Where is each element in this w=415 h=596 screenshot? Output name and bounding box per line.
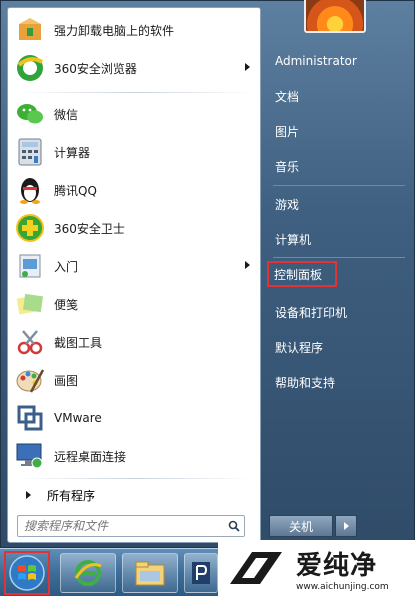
- app-icon: [192, 562, 210, 584]
- search-input[interactable]: [18, 517, 224, 535]
- right-separator: [273, 185, 405, 186]
- search-box[interactable]: [17, 515, 245, 537]
- watermark-brand: 爱纯净: [296, 550, 378, 581]
- windows-orb-icon: [9, 555, 45, 591]
- program-label: 腾讯QQ: [54, 183, 97, 198]
- all-programs-label: 所有程序: [47, 488, 96, 503]
- ie-browser-icon: [74, 560, 102, 586]
- program-item-wechat[interactable]: 微信: [12, 96, 258, 132]
- watermark-url: www.aichunjing.com: [296, 581, 389, 592]
- program-label: 截图工具: [54, 335, 103, 350]
- right-item-pictures[interactable]: 图片: [269, 118, 409, 144]
- program-item-calculator[interactable]: 计算器: [12, 134, 258, 170]
- programs-pane: 强力卸载电脑上的软件 360安全浏览器 微信 计算器 腾讯QQ 360安全卫士 …: [7, 7, 261, 543]
- arrow-right-icon: [343, 522, 349, 530]
- program-item-sticky-notes[interactable]: 便笺: [12, 286, 258, 322]
- program-item-360-safeguard[interactable]: 360安全卫士: [12, 210, 258, 246]
- right-item-administrator[interactable]: Administrator: [269, 48, 409, 74]
- watermark: 爱纯净 www.aichunjing.com: [218, 540, 415, 596]
- all-programs-button[interactable]: 所有程序: [12, 482, 258, 508]
- taskbar-ie-button[interactable]: [60, 553, 116, 593]
- sticky-notes-icon: [14, 288, 46, 320]
- remote-desktop-icon: [14, 440, 46, 472]
- program-label: 360安全卫士: [54, 221, 125, 236]
- program-item-qq[interactable]: 腾讯QQ: [12, 172, 258, 208]
- program-item-snipping-tool[interactable]: 截图工具: [12, 324, 258, 360]
- aichunjing-logo-icon: [230, 552, 282, 584]
- right-item-help-support[interactable]: 帮助和支持: [269, 369, 409, 395]
- 360-safeguard-icon: [14, 212, 46, 244]
- program-label: 入门: [54, 259, 79, 274]
- program-item-remote-desktop[interactable]: 远程桌面连接: [12, 438, 258, 474]
- expand-arrow-icon: [26, 491, 31, 499]
- paint-palette-icon: [14, 364, 46, 396]
- submenu-arrow-icon[interactable]: [245, 63, 250, 71]
- right-item-devices-printers[interactable]: 设备和打印机: [269, 299, 409, 325]
- right-item-computer[interactable]: 计算机: [269, 226, 409, 252]
- shutdown-options-button[interactable]: [335, 515, 357, 537]
- right-item-control-panel[interactable]: 控制面板: [267, 261, 337, 287]
- program-item-uninstaller[interactable]: 强力卸载电脑上的软件: [12, 12, 258, 48]
- program-label: 计算器: [54, 145, 91, 160]
- right-item-documents[interactable]: 文档: [269, 83, 409, 109]
- program-label: 微信: [54, 107, 79, 122]
- getting-started-icon: [14, 250, 46, 282]
- right-item-default-programs[interactable]: 默认程序: [269, 334, 409, 360]
- start-menu: 强力卸载电脑上的软件 360安全浏览器 微信 计算器 腾讯QQ 360安全卫士 …: [0, 0, 415, 548]
- program-label: 远程桌面连接: [54, 449, 127, 464]
- right-separator: [273, 257, 405, 258]
- wechat-icon: [14, 98, 46, 130]
- magnifier-icon[interactable]: [224, 516, 244, 536]
- user-avatar[interactable]: [304, 0, 366, 33]
- program-item-paint[interactable]: 画图: [12, 362, 258, 398]
- snipping-tool-icon: [14, 326, 46, 358]
- right-item-games[interactable]: 游戏: [269, 191, 409, 217]
- program-separator: [18, 92, 254, 93]
- vmware-icon: [14, 402, 46, 434]
- folder-icon: [135, 561, 165, 586]
- program-item-vmware[interactable]: VMware: [12, 400, 258, 436]
- program-item-360-browser[interactable]: 360安全浏览器: [12, 50, 258, 86]
- program-separator: [18, 478, 254, 479]
- program-item-getting-started[interactable]: 入门: [12, 248, 258, 284]
- qq-penguin-icon: [14, 174, 46, 206]
- uninstall-box-icon: [14, 14, 46, 46]
- program-label: 画图: [54, 373, 79, 388]
- taskbar-app-button[interactable]: [184, 553, 218, 593]
- right-item-music[interactable]: 音乐: [269, 153, 409, 179]
- taskbar-explorer-button[interactable]: [122, 553, 178, 593]
- start-button[interactable]: [4, 551, 50, 595]
- submenu-arrow-icon[interactable]: [245, 261, 250, 269]
- shutdown-button[interactable]: 关机: [269, 515, 333, 537]
- program-label: 强力卸载电脑上的软件: [54, 23, 175, 38]
- program-label: 便笺: [54, 297, 79, 312]
- program-label: 360安全浏览器: [54, 61, 137, 76]
- 360-browser-icon: [14, 52, 46, 84]
- program-label: VMware: [54, 411, 102, 425]
- calculator-icon: [14, 136, 46, 168]
